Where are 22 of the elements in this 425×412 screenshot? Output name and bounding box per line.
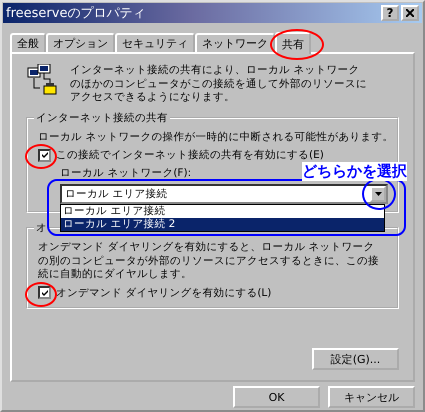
help-button[interactable]: ? (381, 5, 399, 21)
window-title: freeserveのプロパティ (6, 5, 146, 22)
tab[interactable]: セキュリティ (115, 33, 195, 52)
warning-text: ローカル ネットワークの操作が一時的に中断される可能性があります。 (38, 130, 387, 144)
dropdown-value: ローカル エリア接続 (65, 187, 168, 201)
tab[interactable]: ネットワーク (195, 33, 275, 52)
dialog-button[interactable]: OK (233, 386, 320, 408)
group-title: オ (34, 221, 49, 235)
field-label: ローカル ネットワーク(F): (60, 166, 192, 180)
network-dropdown[interactable]: ローカル エリア接続 (60, 184, 388, 204)
annotation-callout: どちらかを選択 (302, 162, 407, 181)
group-title: インターネット接続の共有 (34, 110, 170, 124)
tab[interactable]: 全般 (10, 33, 46, 52)
intro-text: インターネット接続の共有により、ローカル ネットワークのほかのコンピュータがこの接続を通して外部のリソースにアクセスできるようになります。 (70, 64, 368, 104)
dialog-button[interactable]: キャンセル (328, 386, 415, 408)
dropdown-option[interactable]: ローカル エリア接続 2 (61, 218, 384, 231)
tab[interactable]: オプション (46, 33, 115, 52)
description-text: オンデマンド ダイヤリングを有効にすると、ローカル ネットワークの別のコンピュータが外部のリソースにアクセスするときに、この接続に自動的にダイヤルします。 (38, 241, 380, 282)
tab[interactable]: 共有 (275, 32, 311, 54)
checkbox-label[interactable]: オンデマンド ダイヤリングを有効にする(L) (56, 286, 272, 300)
checkbox-label[interactable]: この接続でインターネット接続の共有を有効にする(E) (56, 148, 324, 162)
settings-button[interactable]: 設定(G)... (312, 348, 399, 370)
